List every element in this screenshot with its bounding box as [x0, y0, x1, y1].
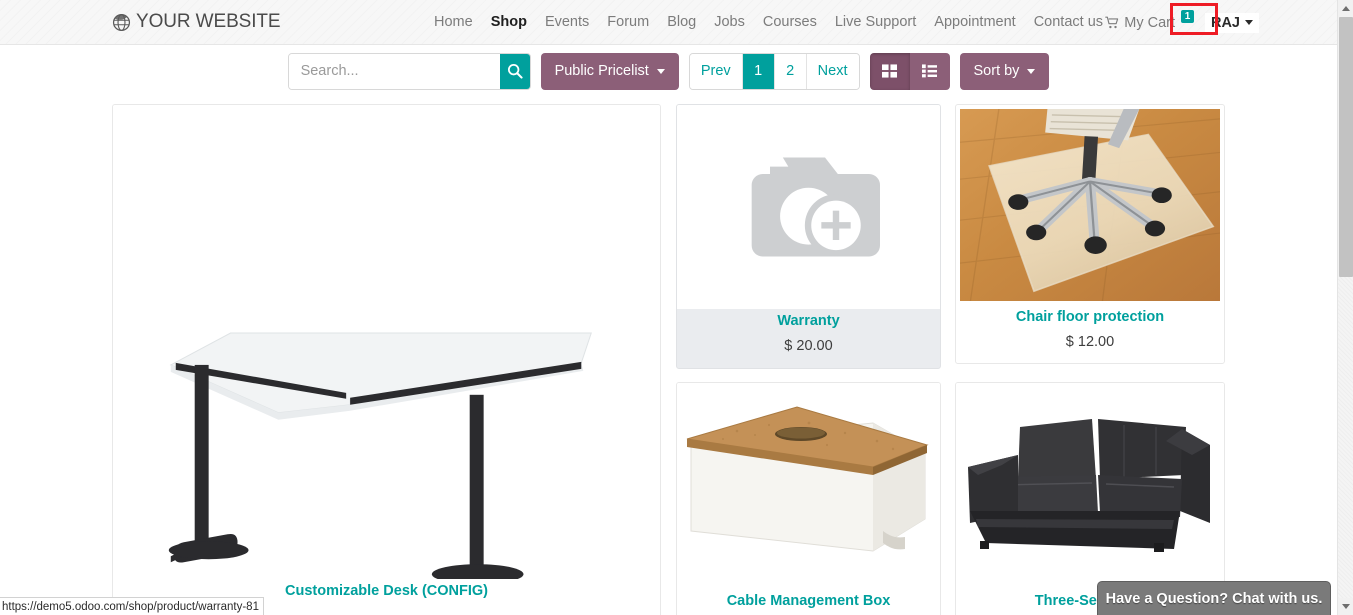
product-title-chair-floor-protection[interactable]: Chair floor protection [956, 305, 1224, 326]
nav-item-shop[interactable]: Shop [482, 0, 536, 45]
site-header: YOUR WEBSITE Home Shop Events Forum Blog… [0, 0, 1337, 45]
nav-item-live-support[interactable]: Live Support [826, 0, 925, 45]
chevron-down-icon [1342, 604, 1350, 609]
image-placeholder-camera-icon [726, 132, 891, 282]
chevron-down-icon [1027, 68, 1036, 74]
pagination-next[interactable]: Next [806, 53, 859, 89]
nav-item-contact-us[interactable]: Contact us [1025, 0, 1112, 45]
nav-item-events[interactable]: Events [536, 0, 598, 45]
product-image-cable-box[interactable] [677, 383, 940, 589]
sort-by-dropdown[interactable]: Sort by [959, 52, 1050, 90]
grid-view-icon [882, 64, 897, 78]
site-brand[interactable]: YOUR WEBSITE [112, 6, 281, 38]
nav-item-courses[interactable]: Courses [754, 0, 826, 45]
brand-name: YOUR WEBSITE [136, 11, 281, 32]
browser-viewport: YOUR WEBSITE Home Shop Events Forum Blog… [0, 0, 1353, 615]
search-group [287, 52, 531, 90]
product-image-sofa[interactable] [956, 383, 1224, 589]
pagination: Prev 1 2 Next [688, 52, 860, 90]
list-view-icon [922, 64, 937, 78]
nav-item-jobs[interactable]: Jobs [705, 0, 754, 45]
chevron-up-icon [1342, 6, 1350, 11]
product-title-warranty[interactable]: Warranty [677, 309, 940, 330]
pagination-page-2[interactable]: 2 [774, 53, 807, 89]
shop-toolbar: Public Pricelist Prev 1 2 Next [0, 52, 1337, 90]
scrollbar-up-arrow[interactable] [1338, 0, 1353, 17]
product-card-desk[interactable]: Customizable Desk (CONFIG) [112, 104, 661, 615]
user-menu-label: RAJ [1210, 14, 1240, 31]
search-button[interactable] [499, 53, 530, 89]
globe-icon [112, 13, 131, 32]
chat-widget-label: Have a Question? Chat with us. [1105, 590, 1323, 607]
pagination-page-1[interactable]: 1 [742, 53, 775, 89]
pricelist-label: Public Pricelist [554, 63, 649, 79]
user-menu-raj[interactable]: RAJ [1204, 0, 1259, 45]
product-card-chair-floor-protection[interactable]: Chair floor protection $ 12.00 [955, 104, 1225, 364]
list-view-button[interactable] [909, 52, 950, 90]
cart-icon [1105, 16, 1120, 29]
product-price-warranty: $ 20.00 [784, 338, 833, 355]
chevron-down-icon [656, 68, 665, 74]
product-image-chair-floor-mat[interactable] [956, 105, 1224, 305]
cart-badge: 1 [1181, 10, 1194, 23]
product-card-warranty[interactable]: Warranty $ 20.00 [676, 104, 941, 369]
product-price-chair-floor-protection: $ 12.00 [1065, 334, 1115, 351]
cart-label: My Cart [1124, 14, 1175, 31]
browser-status-bar: https://demo5.odoo.com/shop/product/warr… [0, 597, 264, 615]
product-image-desk[interactable] [113, 105, 660, 579]
search-input[interactable] [288, 53, 500, 89]
chevron-down-icon [1245, 20, 1253, 25]
pagination-prev[interactable]: Prev [689, 53, 743, 89]
grid-view-button[interactable] [869, 52, 910, 90]
main-navigation: Home Shop Events Forum Blog Jobs Courses… [425, 0, 1112, 45]
status-bar-url: https://demo5.odoo.com/shop/product/warr… [2, 600, 259, 613]
scrollbar-thumb[interactable] [1339, 17, 1353, 277]
my-cart-link[interactable]: My Cart 1 [1105, 0, 1194, 45]
scrollbar-down-arrow[interactable] [1338, 598, 1353, 615]
vertical-scrollbar[interactable] [1337, 0, 1353, 615]
pricelist-dropdown[interactable]: Public Pricelist [540, 52, 679, 90]
chat-widget-button[interactable]: Have a Question? Chat with us. [1097, 581, 1331, 615]
search-icon [507, 63, 523, 79]
nav-item-home[interactable]: Home [425, 0, 482, 45]
nav-item-forum[interactable]: Forum [598, 0, 658, 45]
sort-by-label: Sort by [973, 63, 1020, 79]
view-toggle-group [869, 52, 950, 90]
nav-item-appointment[interactable]: Appointment [925, 0, 1024, 45]
product-card-cable-management-box[interactable]: Cable Management Box [676, 382, 941, 615]
nav-item-blog[interactable]: Blog [658, 0, 705, 45]
scrollbar-track[interactable] [1338, 277, 1353, 598]
product-image-warranty[interactable] [677, 105, 940, 309]
product-title-cable-management-box[interactable]: Cable Management Box [677, 589, 940, 610]
